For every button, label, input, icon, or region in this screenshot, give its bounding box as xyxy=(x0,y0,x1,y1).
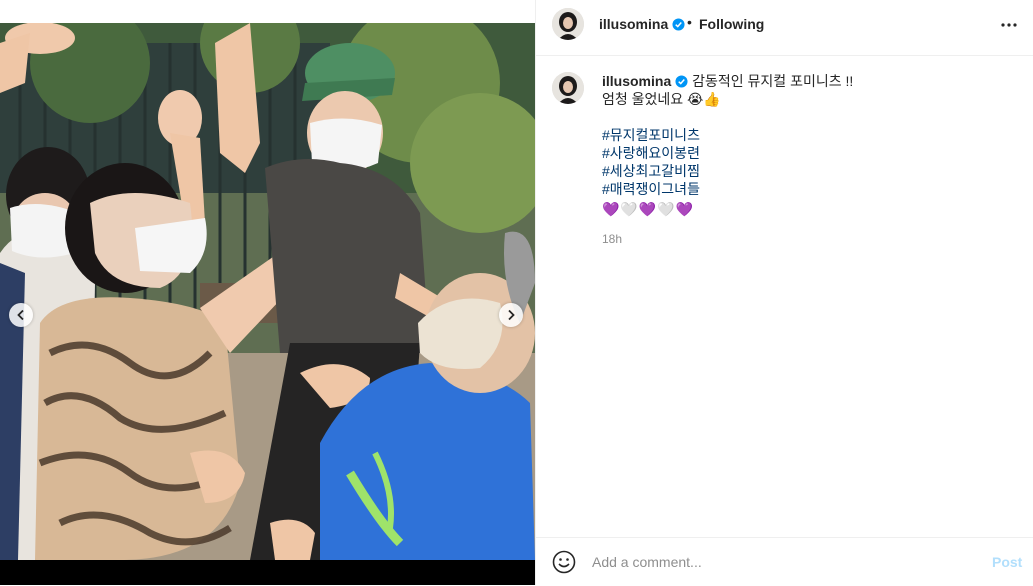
post-comment-button[interactable]: Post xyxy=(992,554,1022,570)
caption-username[interactable]: illusomina xyxy=(602,73,671,89)
hashtag-link[interactable]: #사랑해요이봉련 xyxy=(602,144,1012,162)
profile-photo xyxy=(552,8,584,40)
avatar[interactable] xyxy=(552,8,584,40)
more-horizontal-icon[interactable] xyxy=(999,18,1019,32)
caption-line2: 엄청 울었네요 😭👍 xyxy=(602,91,721,107)
caption-line1: 감동적인 뮤지컬 포미니츠 !! xyxy=(692,73,854,89)
following-button[interactable]: Following xyxy=(699,16,764,32)
header-username[interactable]: illusomina xyxy=(599,16,685,32)
post-media xyxy=(0,0,535,585)
hashtag-link[interactable]: #뮤지컬포미니츠 xyxy=(602,126,1012,144)
verified-badge-icon xyxy=(675,75,688,88)
chevron-left-icon xyxy=(17,309,24,321)
chevron-right-icon xyxy=(508,309,515,321)
emoji-smile-icon[interactable] xyxy=(552,550,576,574)
media-top-margin xyxy=(0,0,535,23)
caption-spacer: ​ xyxy=(602,108,1012,126)
hashtag-link[interactable]: #매력쟁이그녀들 xyxy=(602,180,1012,198)
hashtag-link[interactable]: #세상최고갈비찜 xyxy=(602,162,1012,180)
next-slide-button[interactable] xyxy=(499,303,523,327)
caption-hearts: 💜🤍💜🤍💜 xyxy=(602,201,695,217)
post-photo[interactable] xyxy=(0,23,535,560)
caption-text: illusomina 감동적인 뮤지컬 포미니츠 !! 엄청 울었네요 😭👍 ​… xyxy=(602,72,1012,218)
caption-first-line: illusomina 감동적인 뮤지컬 포미니츠 !! xyxy=(602,72,1012,90)
instagram-post-dialog: illusomina • Following illusomina 감동적인 뮤… xyxy=(0,0,1033,585)
group-photo-illustration xyxy=(0,23,535,560)
post-side-panel: illusomina • Following illusomina 감동적인 뮤… xyxy=(535,0,1033,585)
comment-bar: Post xyxy=(536,537,1033,586)
verified-badge-icon xyxy=(672,18,685,31)
comment-input[interactable] xyxy=(592,548,972,576)
post-header: illusomina • Following xyxy=(536,0,1033,56)
avatar[interactable] xyxy=(552,72,584,104)
profile-photo xyxy=(552,72,584,104)
previous-slide-button[interactable] xyxy=(9,303,33,327)
media-bottom-margin xyxy=(0,560,535,585)
post-timestamp[interactable]: 18h xyxy=(602,232,622,246)
header-separator: • xyxy=(687,14,692,30)
